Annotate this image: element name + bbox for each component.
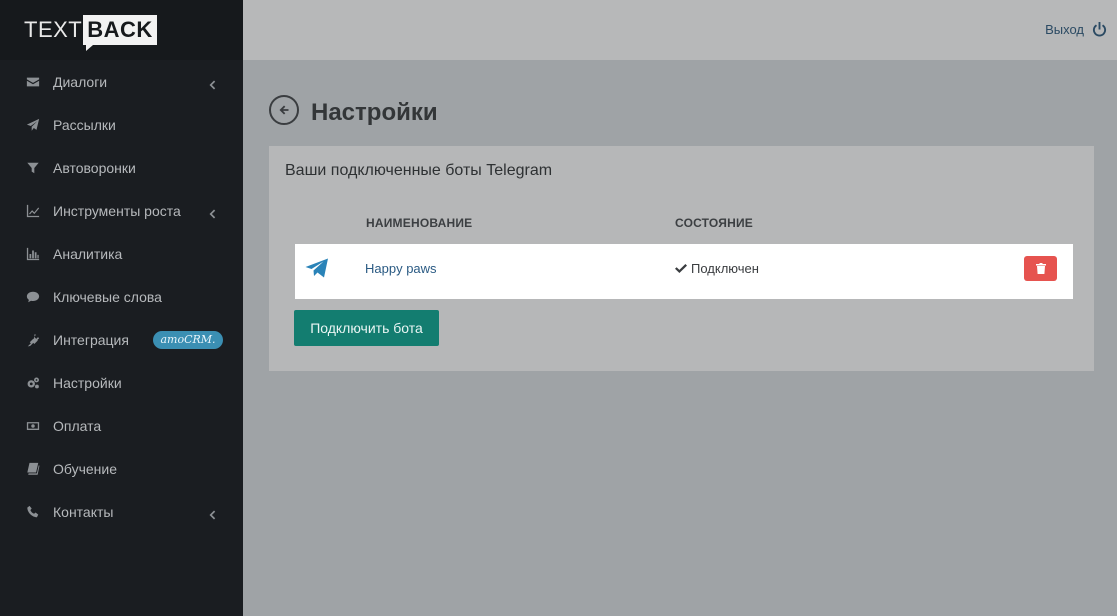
sidebar-item-label: Интеграция bbox=[53, 331, 129, 348]
sidebar-item-label: Аналитика bbox=[53, 245, 123, 262]
logo[interactable]: TEXT BACK bbox=[0, 0, 243, 60]
sidebar-item-analytics[interactable]: Аналитика bbox=[0, 232, 243, 275]
column-header-name: НАИМЕНОВАНИЕ bbox=[366, 216, 473, 230]
sidebar-item-keywords[interactable]: Ключевые слова bbox=[0, 275, 243, 318]
sidebar-item-integration[interactable]: Интеграция amoCRM. bbox=[0, 318, 243, 361]
envelope-icon bbox=[26, 75, 40, 89]
sidebar-item-contacts[interactable]: Контакты bbox=[0, 490, 243, 533]
chevron-left-icon bbox=[208, 206, 216, 218]
logout-button[interactable]: Выход bbox=[1045, 22, 1107, 37]
sidebar-item-label: Оплата bbox=[53, 417, 102, 434]
bot-name-link[interactable]: Happy paws bbox=[365, 261, 437, 276]
page-title: Настройки bbox=[311, 99, 438, 126]
column-header-state: СОСТОЯНИЕ bbox=[675, 216, 753, 230]
sidebar-item-label: Диалоги bbox=[53, 73, 108, 90]
comment-icon bbox=[26, 290, 40, 304]
bots-panel: Ваши подключенные боты Telegram НАИМЕНОВ… bbox=[269, 146, 1094, 371]
sidebar-item-learning[interactable]: Обучение bbox=[0, 447, 243, 490]
gears-icon bbox=[26, 376, 40, 390]
funnel-icon bbox=[26, 161, 40, 175]
bot-state-label: Подключен bbox=[691, 261, 759, 276]
logo-text: TEXT BACK bbox=[24, 15, 157, 51]
sidebar-item-label: Инструменты роста bbox=[53, 202, 181, 219]
chevron-left-icon bbox=[208, 507, 216, 519]
logout-label: Выход bbox=[1045, 22, 1084, 37]
table-header: НАИМЕНОВАНИЕ СОСТОЯНИЕ bbox=[295, 214, 1073, 238]
back-button[interactable] bbox=[269, 95, 299, 125]
app-root: TEXT BACK Диалоги Рассылки Автоворонки И… bbox=[0, 0, 1117, 616]
sidebar-item-label: Контакты bbox=[53, 503, 114, 520]
amocrm-badge: amoCRM. bbox=[153, 330, 223, 349]
trash-icon bbox=[1035, 263, 1046, 274]
sidebar-item-label: Настройки bbox=[53, 374, 122, 391]
bot-state: Подключен bbox=[675, 261, 759, 276]
sidebar-item-settings[interactable]: Настройки bbox=[0, 361, 243, 404]
chevron-left-icon bbox=[208, 77, 216, 89]
sidebar-item-dialogs[interactable]: Диалоги bbox=[0, 60, 243, 103]
sidebar-item-payment[interactable]: Оплата bbox=[0, 404, 243, 447]
money-icon bbox=[26, 419, 40, 433]
telegram-icon bbox=[305, 258, 329, 278]
check-icon bbox=[675, 264, 687, 273]
table-row: Happy paws Подключен bbox=[295, 244, 1073, 299]
sidebar-item-label: Обучение bbox=[53, 460, 118, 477]
plug-icon bbox=[26, 333, 40, 347]
paper-plane-icon bbox=[26, 118, 40, 132]
connect-bot-button[interactable]: Подключить бота bbox=[294, 310, 439, 346]
book-icon bbox=[26, 462, 40, 476]
logo-text-part2: BACK bbox=[83, 15, 157, 51]
sidebar-item-label: Рассылки bbox=[53, 116, 116, 133]
sidebar-item-mailings[interactable]: Рассылки bbox=[0, 103, 243, 146]
arrow-circle-left-icon bbox=[279, 105, 289, 115]
power-icon bbox=[1092, 22, 1107, 37]
main-content: Настройки Ваши подключенные боты Telegra… bbox=[243, 60, 1117, 616]
page-header: Настройки bbox=[269, 93, 438, 127]
delete-bot-button[interactable] bbox=[1024, 256, 1057, 281]
line-chart-icon bbox=[26, 204, 40, 218]
topbar: Выход bbox=[243, 0, 1117, 60]
phone-icon bbox=[26, 505, 40, 519]
sidebar-nav: Диалоги Рассылки Автоворонки Инструменты… bbox=[0, 60, 243, 533]
sidebar-item-label: Ключевые слова bbox=[53, 288, 162, 305]
sidebar-item-growth-tools[interactable]: Инструменты роста bbox=[0, 189, 243, 232]
logo-text-part1: TEXT bbox=[24, 17, 83, 42]
bar-chart-icon bbox=[26, 247, 40, 261]
panel-title: Ваши подключенные боты Telegram bbox=[285, 162, 553, 179]
sidebar-item-autofunnels[interactable]: Автоворонки bbox=[0, 146, 243, 189]
sidebar-item-label: Автоворонки bbox=[53, 159, 136, 176]
sidebar: TEXT BACK Диалоги Рассылки Автоворонки И… bbox=[0, 0, 243, 616]
